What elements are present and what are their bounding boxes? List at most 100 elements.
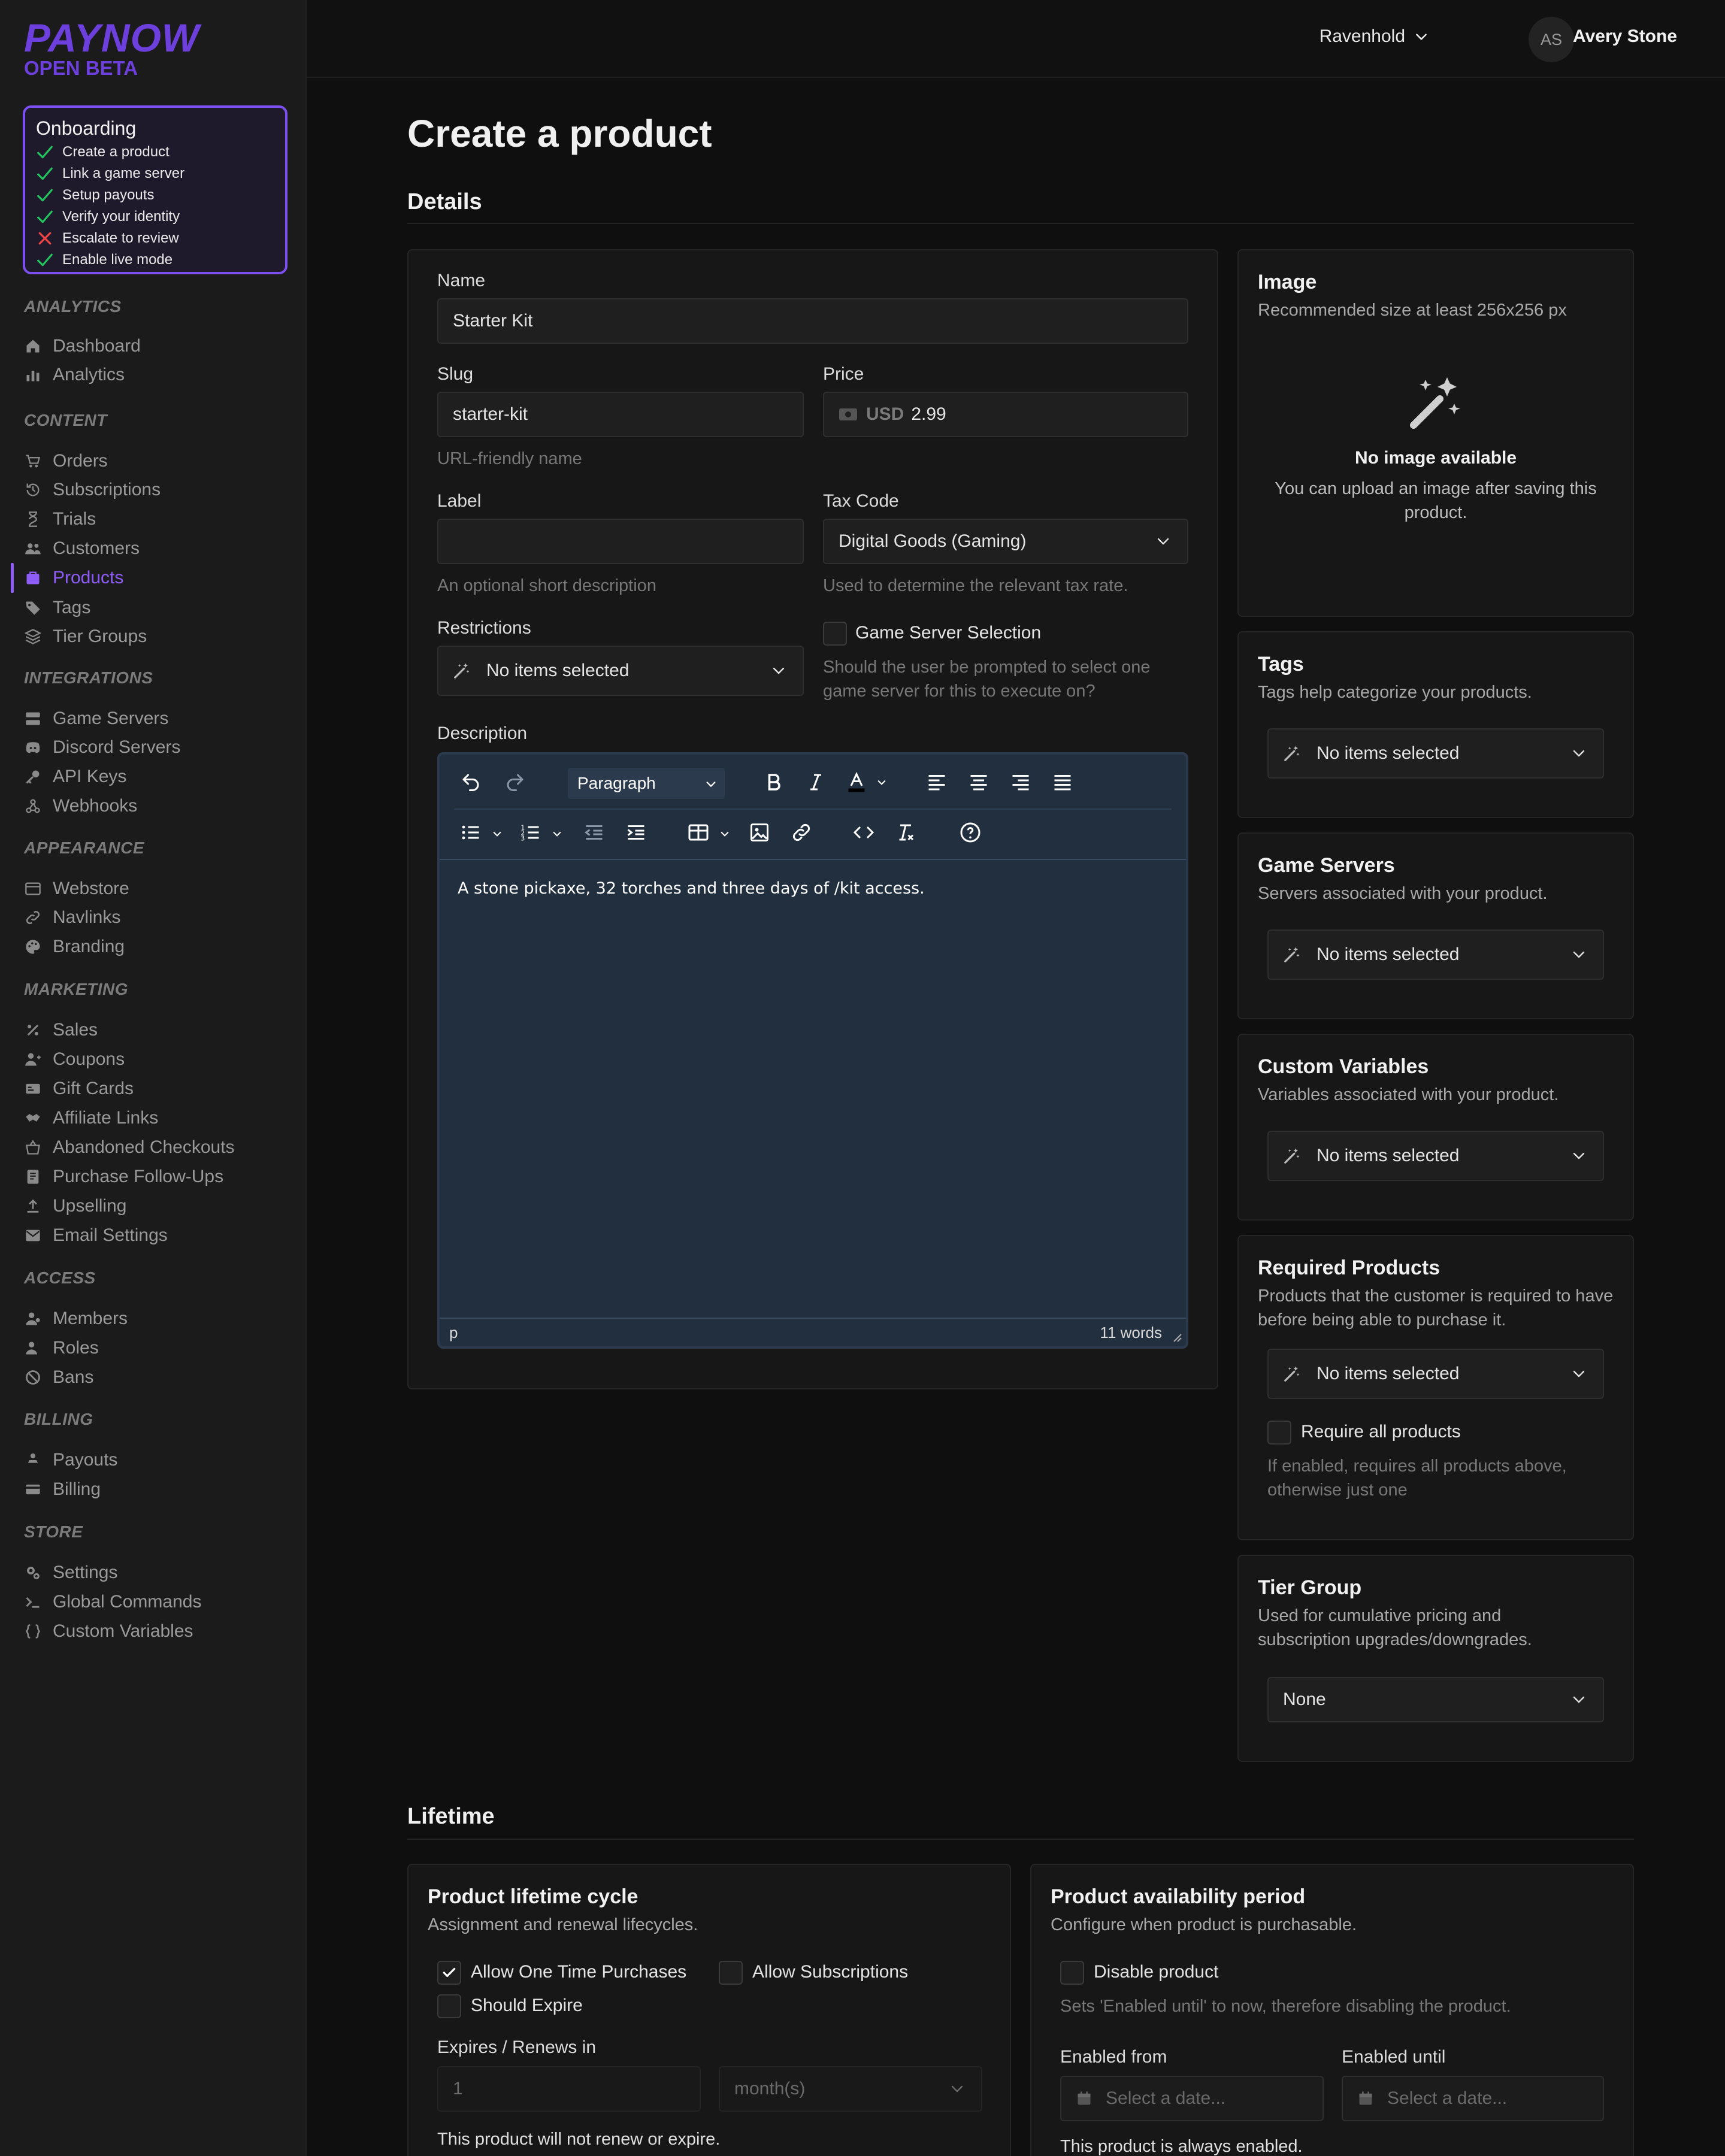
chevron-down-icon[interactable] xyxy=(719,828,731,840)
check-icon xyxy=(37,210,53,223)
restrictions-select[interactable]: No items selected xyxy=(437,646,804,696)
table-icon[interactable] xyxy=(685,819,712,846)
onboarding-item[interactable]: Escalate to review xyxy=(36,228,274,249)
onboarding-item[interactable]: Link a game server xyxy=(36,163,274,184)
sidebar-item-analytics[interactable]: Analytics xyxy=(24,362,125,388)
one-time-purchases-checkbox[interactable] xyxy=(437,1961,461,1985)
bold-icon[interactable] xyxy=(761,769,787,795)
sidebar-item-trials[interactable]: Trials xyxy=(24,506,96,532)
sidebar-item-gift-cards[interactable]: Gift Cards xyxy=(24,1076,134,1102)
chevron-down-icon[interactable] xyxy=(876,776,888,788)
user-name[interactable]: Avery Stone xyxy=(1573,26,1677,47)
avatar[interactable]: AS xyxy=(1529,17,1574,62)
sidebar-item-customers[interactable]: Customers xyxy=(24,535,140,562)
clear-format-icon[interactable] xyxy=(892,819,919,846)
sidebar-item-billing[interactable]: Billing xyxy=(24,1476,101,1503)
require-all-products-checkbox[interactable] xyxy=(1267,1421,1291,1445)
editor-content[interactable]: A stone pickaxe, 32 torches and three da… xyxy=(458,879,925,898)
sidebar-item-webstore[interactable]: Webstore xyxy=(24,876,129,902)
chevron-down-icon[interactable] xyxy=(551,828,563,840)
numbered-list-icon[interactable]: 123 xyxy=(518,819,544,846)
tier-group-select[interactable]: None xyxy=(1267,1677,1604,1722)
element-path[interactable]: p xyxy=(449,1324,458,1342)
sidebar-item-purchase-follow-ups[interactable]: Purchase Follow-Ups xyxy=(24,1164,223,1190)
sidebar-item-label: Global Commands xyxy=(53,1592,202,1612)
italic-icon[interactable] xyxy=(803,769,829,795)
description-editor[interactable]: Paragraph 123 A stone pickaxe, 32 torche… xyxy=(437,752,1188,1349)
sidebar-item-webhooks[interactable]: Webhooks xyxy=(24,793,137,819)
brand-logo[interactable]: PAYNOW xyxy=(24,17,199,59)
sidebar-item-game-servers[interactable]: Game Servers xyxy=(24,705,168,732)
onboarding-panel[interactable]: Onboarding Create a product Link a game s… xyxy=(23,105,288,274)
sidebar-item-discord-servers[interactable]: Discord Servers xyxy=(24,734,180,761)
code-icon[interactable] xyxy=(851,819,877,846)
enabled-from-input[interactable]: Select a date... xyxy=(1060,2076,1324,2121)
resize-handle-icon[interactable] xyxy=(1170,1331,1182,1343)
enabled-until-input[interactable]: Select a date... xyxy=(1342,2076,1604,2121)
disable-product-checkbox[interactable] xyxy=(1060,1961,1084,1985)
tags-select[interactable]: No items selected xyxy=(1267,728,1604,779)
image-icon[interactable] xyxy=(746,819,773,846)
onboarding-item[interactable]: Create a product xyxy=(36,141,274,163)
sidebar-item-global-commands[interactable]: Global Commands xyxy=(24,1589,201,1615)
sidebar-item-branding[interactable]: Branding xyxy=(24,934,125,960)
name-value: Starter Kit xyxy=(453,311,533,331)
price-input[interactable]: USD 2.99 xyxy=(823,392,1188,437)
required-products-select[interactable]: No items selected xyxy=(1267,1349,1604,1399)
sidebar-item-settings[interactable]: Settings xyxy=(24,1560,117,1586)
sidebar-item-payouts[interactable]: Payouts xyxy=(24,1447,117,1473)
sidebar-item-affiliate-links[interactable]: Affiliate Links xyxy=(24,1105,158,1131)
word-count[interactable]: 11 words xyxy=(1100,1324,1162,1342)
sidebar-item-custom-variables[interactable]: Custom Variables xyxy=(24,1618,193,1645)
sidebar-item-upselling[interactable]: Upselling xyxy=(24,1193,126,1219)
chevron-down-icon[interactable] xyxy=(491,828,503,840)
align-right-icon[interactable] xyxy=(1007,769,1034,795)
undo-icon[interactable] xyxy=(458,769,484,795)
onboarding-item[interactable]: Enable live mode xyxy=(36,249,274,271)
sidebar-item-email-settings[interactable]: Email Settings xyxy=(24,1222,168,1249)
align-center-icon[interactable] xyxy=(966,769,992,795)
sidebar-item-label: Payouts xyxy=(53,1450,118,1470)
help-icon[interactable] xyxy=(957,819,983,846)
sidebar-item-subscriptions[interactable]: Subscriptions xyxy=(24,477,161,503)
bullet-list-icon[interactable] xyxy=(458,819,484,846)
sidebar-item-members[interactable]: Members xyxy=(24,1306,128,1332)
sidebar-item-coupons[interactable]: Coupons xyxy=(24,1046,125,1073)
onboarding-item[interactable]: Setup payouts xyxy=(36,184,274,206)
outdent-icon[interactable] xyxy=(581,819,607,846)
sidebar-item-roles[interactable]: Roles xyxy=(24,1335,99,1361)
align-left-icon[interactable] xyxy=(924,769,950,795)
label-input[interactable] xyxy=(437,519,804,564)
link-icon[interactable] xyxy=(788,819,815,846)
slug-input[interactable]: starter-kit xyxy=(437,392,804,437)
sidebar-item-api-keys[interactable]: API Keys xyxy=(24,764,126,790)
game-servers-select[interactable]: No items selected xyxy=(1267,929,1604,980)
sidebar-item-orders[interactable]: Orders xyxy=(24,448,108,474)
sidebar-item-label: Subscriptions xyxy=(53,480,161,499)
block-format-select[interactable]: Paragraph xyxy=(568,768,725,799)
redo-icon[interactable] xyxy=(502,769,528,795)
indent-icon[interactable] xyxy=(623,819,649,846)
check-icon xyxy=(37,253,53,267)
game-server-selection-checkbox[interactable] xyxy=(823,622,847,646)
sidebar-item-dashboard[interactable]: Dashboard xyxy=(24,333,141,359)
tax-code-select[interactable]: Digital Goods (Gaming) xyxy=(823,519,1188,564)
sidebar-item-bans[interactable]: Bans xyxy=(24,1364,93,1391)
custom-variables-select[interactable]: No items selected xyxy=(1267,1131,1604,1181)
sidebar-item-sales[interactable]: Sales xyxy=(24,1017,98,1043)
sidebar-item-products[interactable]: Products xyxy=(24,565,123,591)
sidebar-item-tier-groups[interactable]: Tier Groups xyxy=(24,623,147,650)
text-color-icon[interactable] xyxy=(843,769,870,795)
name-input[interactable]: Starter Kit xyxy=(437,298,1188,344)
align-justify-icon[interactable] xyxy=(1049,769,1076,795)
team-selector[interactable]: Ravenhold xyxy=(1320,26,1429,47)
onboarding-item[interactable]: Verify your identity xyxy=(36,206,274,228)
expires-unit-select[interactable]: month(s) xyxy=(719,2066,982,2112)
should-expire-checkbox[interactable] xyxy=(437,1994,461,2018)
sidebar-item-label: Analytics xyxy=(53,365,125,384)
expires-value-input[interactable]: 1 xyxy=(437,2066,701,2112)
sidebar-item-abandoned-checkouts[interactable]: Abandoned Checkouts xyxy=(24,1134,235,1161)
sidebar-item-tags[interactable]: Tags xyxy=(24,595,90,621)
subscriptions-checkbox[interactable] xyxy=(719,1961,743,1985)
sidebar-item-navlinks[interactable]: Navlinks xyxy=(24,904,120,931)
